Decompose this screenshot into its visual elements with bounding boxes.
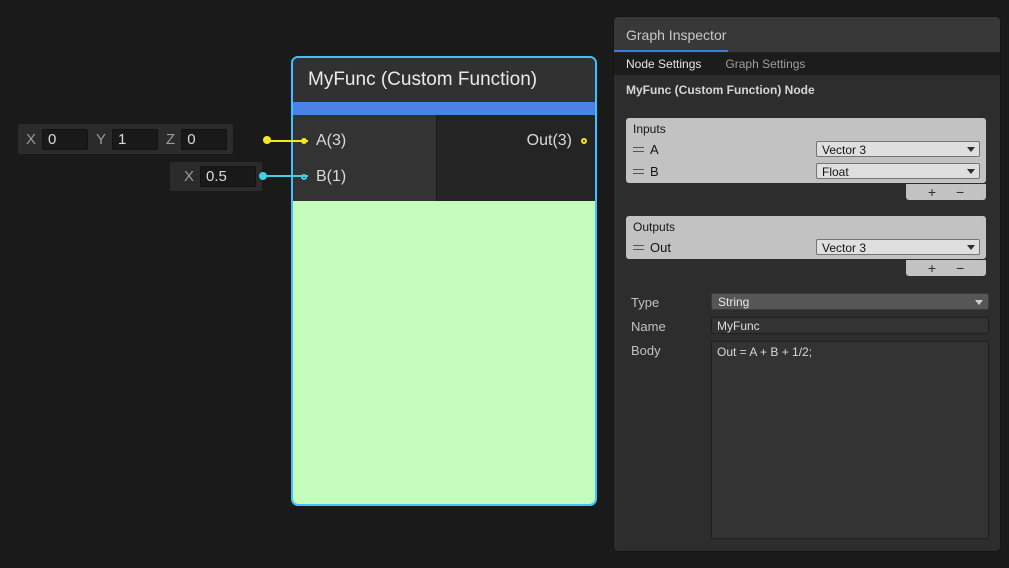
tab-graph-settings[interactable]: Graph Settings <box>725 57 805 71</box>
graph-inspector-title: Graph Inspector <box>626 27 726 43</box>
add-input-button[interactable]: + <box>928 185 936 199</box>
port-a-label: A(3) <box>316 132 346 150</box>
vector3-port-input: X Y Z <box>18 124 233 154</box>
vector3-z-field[interactable] <box>181 129 227 150</box>
drag-handle-icon[interactable] <box>633 245 644 250</box>
port-row-out: Out(3) <box>527 129 595 153</box>
output-row-out[interactable]: Out Vector 3 <box>626 237 986 258</box>
edge-vector3-to-a[interactable] <box>266 140 308 142</box>
inputs-section: Inputs A Vector 3 B Float <box>626 118 986 183</box>
dropdown-value: String <box>718 295 749 309</box>
vector3-connector-dot[interactable] <box>263 136 271 144</box>
add-output-button[interactable]: + <box>928 261 936 275</box>
chevron-down-icon <box>967 147 975 152</box>
body-field[interactable]: Out = A + B + 1/2; <box>711 341 989 539</box>
input-a-type-dropdown[interactable]: Vector 3 <box>816 141 980 157</box>
chevron-down-icon <box>967 245 975 250</box>
port-b-label: B(1) <box>316 168 346 186</box>
inspector-tab-bar: Node Settings Graph Settings <box>614 53 1000 75</box>
chevron-down-icon <box>975 300 983 305</box>
remove-output-button[interactable]: − <box>956 261 964 275</box>
float-port-input: X <box>170 162 262 191</box>
float-x-field[interactable] <box>200 166 256 187</box>
port-row-b: B(1) <box>293 165 346 189</box>
vector3-x-field[interactable] <box>42 129 88 150</box>
drag-handle-icon[interactable] <box>633 169 644 174</box>
input-row-name: A <box>650 142 659 157</box>
outputs-section-title: Outputs <box>633 220 675 234</box>
port-out-connector[interactable] <box>581 138 587 144</box>
axis-x-label[interactable]: X <box>26 131 36 148</box>
port-out-label: Out(3) <box>527 132 572 150</box>
float-connector-dot[interactable] <box>259 172 267 180</box>
outputs-section: Outputs Out Vector 3 <box>626 216 986 259</box>
active-tab-indicator <box>614 50 728 52</box>
node-title: MyFunc (Custom Function) <box>308 69 537 91</box>
edge-float-to-b[interactable] <box>262 175 308 177</box>
node-settings-heading: MyFunc (Custom Function) Node <box>626 83 815 97</box>
axis-x-label[interactable]: X <box>184 168 194 185</box>
inputs-list-controls: + − <box>906 184 986 200</box>
inputs-section-title: Inputs <box>633 122 666 136</box>
axis-y-label[interactable]: Y <box>96 131 106 148</box>
remove-input-button[interactable]: − <box>956 185 964 199</box>
name-field[interactable] <box>711 317 989 334</box>
dropdown-value: Vector 3 <box>822 241 866 255</box>
node-accent-bar <box>293 102 595 115</box>
custom-function-node[interactable]: MyFunc (Custom Function) A(3) B(1) Out(3… <box>291 56 597 506</box>
input-row-b[interactable]: B Float <box>626 161 986 182</box>
axis-z-label[interactable]: Z <box>166 131 175 148</box>
input-b-type-dropdown[interactable]: Float <box>816 163 980 179</box>
outputs-list-controls: + − <box>906 260 986 276</box>
name-label: Name <box>631 319 666 334</box>
output-row-name: Out <box>650 240 671 255</box>
vector3-y-field[interactable] <box>112 129 158 150</box>
shader-graph-canvas[interactable]: X Y Z X MyFunc (Custom Function) A(3) B(… <box>0 0 1009 568</box>
node-header[interactable]: MyFunc (Custom Function) <box>293 58 595 102</box>
chevron-down-icon <box>967 169 975 174</box>
input-row-a[interactable]: A Vector 3 <box>626 139 986 160</box>
body-label: Body <box>631 343 661 358</box>
type-label: Type <box>631 295 659 310</box>
dropdown-value: Float <box>822 165 849 179</box>
graph-inspector-panel: Graph Inspector Node Settings Graph Sett… <box>613 16 1001 552</box>
input-row-name: B <box>650 164 659 179</box>
graph-inspector-header[interactable]: Graph Inspector <box>614 17 1000 53</box>
drag-handle-icon[interactable] <box>633 147 644 152</box>
node-preview <box>293 201 595 504</box>
node-port-area: A(3) B(1) Out(3) <box>293 115 595 201</box>
tab-node-settings[interactable]: Node Settings <box>626 57 701 71</box>
output-type-dropdown[interactable]: Vector 3 <box>816 239 980 255</box>
dropdown-value: Vector 3 <box>822 143 866 157</box>
type-dropdown[interactable]: String <box>711 293 989 310</box>
